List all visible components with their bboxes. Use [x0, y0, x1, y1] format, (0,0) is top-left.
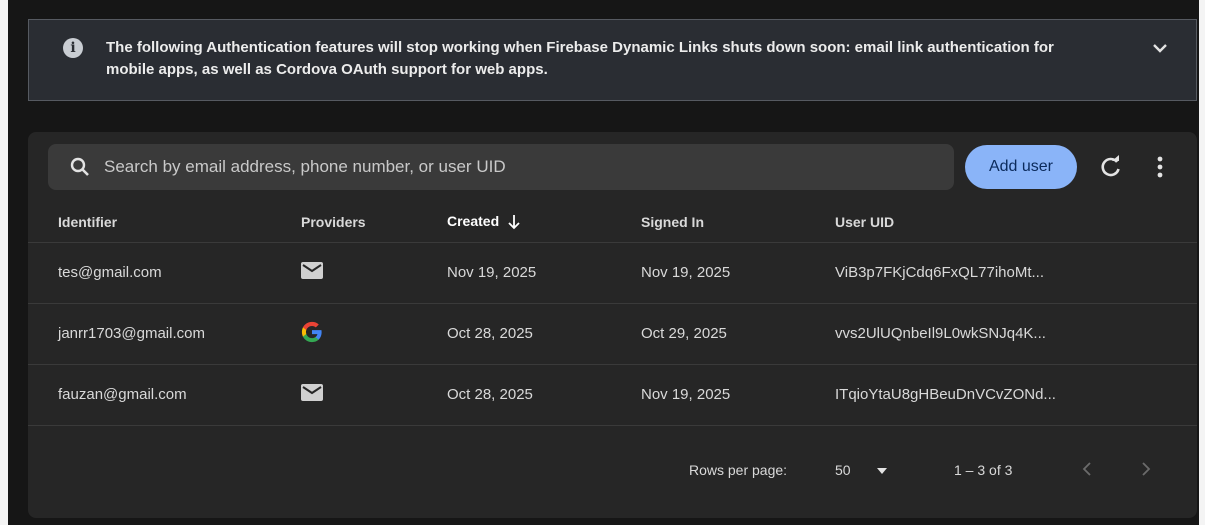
- table-row[interactable]: fauzan@gmail.com Oct 28, 2025 Nov 19, 20…: [28, 364, 1197, 426]
- table-row[interactable]: janrr1703@gmail.com Oct 28, 2025 Oct 29,…: [28, 303, 1197, 365]
- refresh-icon[interactable]: [1097, 153, 1125, 181]
- chevron-left-icon[interactable]: [1080, 460, 1094, 478]
- cell-user-uid: vvs2UlUQnbeIl9L0wkSNJq4K...: [835, 303, 1197, 365]
- more-vert-icon[interactable]: [1150, 153, 1170, 181]
- cell-user-uid: ViB3p7FKjCdq6FxQL77ihoMt...: [835, 242, 1197, 304]
- arrow-down-icon: [508, 215, 520, 230]
- cell-created: Nov 19, 2025: [447, 242, 641, 304]
- window-edge-left: [0, 0, 8, 525]
- cell-signed-in: Nov 19, 2025: [641, 242, 835, 304]
- header-created[interactable]: Created: [447, 202, 641, 243]
- google-icon: [301, 321, 322, 342]
- cell-identifier: fauzan@gmail.com: [28, 364, 301, 426]
- header-providers[interactable]: Providers: [301, 202, 447, 243]
- header-identifier[interactable]: Identifier: [28, 202, 301, 243]
- header-created-label: Created: [447, 213, 500, 230]
- rows-per-page-label: Rows per page:: [689, 462, 788, 478]
- cell-created: Oct 28, 2025: [447, 364, 641, 426]
- cell-signed-in: Nov 19, 2025: [641, 364, 835, 426]
- search-icon: [70, 157, 89, 176]
- table-row[interactable]: tes@gmail.com Nov 19, 2025 Nov 19, 2025 …: [28, 242, 1197, 304]
- cell-provider: [301, 242, 447, 304]
- search-bar[interactable]: [48, 144, 954, 190]
- email-icon: [301, 384, 323, 401]
- chevron-down-icon[interactable]: [1152, 42, 1168, 54]
- email-icon: [301, 262, 323, 279]
- cell-identifier: tes@gmail.com: [28, 242, 301, 304]
- cell-user-uid: ITqioYtaU8gHBeuDnVCvZONd...: [835, 364, 1197, 426]
- cell-provider: [301, 303, 447, 365]
- table-header-row: Identifier Providers Created Signed In U…: [28, 202, 1197, 243]
- cell-created: Oct 28, 2025: [447, 303, 641, 365]
- pagination-bar: Rows per page: 50 1 – 3 of 3: [28, 445, 1197, 495]
- chevron-right-icon[interactable]: [1139, 460, 1153, 478]
- users-table: Identifier Providers Created Signed In U…: [28, 202, 1197, 426]
- cell-signed-in: Oct 29, 2025: [641, 303, 835, 365]
- info-icon: i: [63, 38, 83, 58]
- window-edge-right: [1199, 0, 1205, 525]
- search-input[interactable]: [104, 157, 924, 177]
- deprecation-banner: i The following Authentication features …: [28, 19, 1197, 101]
- banner-message: The following Authentication features wi…: [106, 39, 1054, 78]
- cell-identifier: janrr1703@gmail.com: [28, 303, 301, 365]
- header-user-uid[interactable]: User UID: [835, 202, 1197, 243]
- caret-down-icon[interactable]: [876, 467, 888, 475]
- page-range: 1 – 3 of 3: [954, 462, 1013, 478]
- add-user-button[interactable]: Add user: [965, 145, 1077, 189]
- header-signed-in[interactable]: Signed In: [641, 202, 835, 243]
- cell-provider: [301, 364, 447, 426]
- rows-per-page-select[interactable]: 50: [835, 462, 851, 478]
- users-card: Add user Identifier Providers Created Si…: [28, 132, 1197, 518]
